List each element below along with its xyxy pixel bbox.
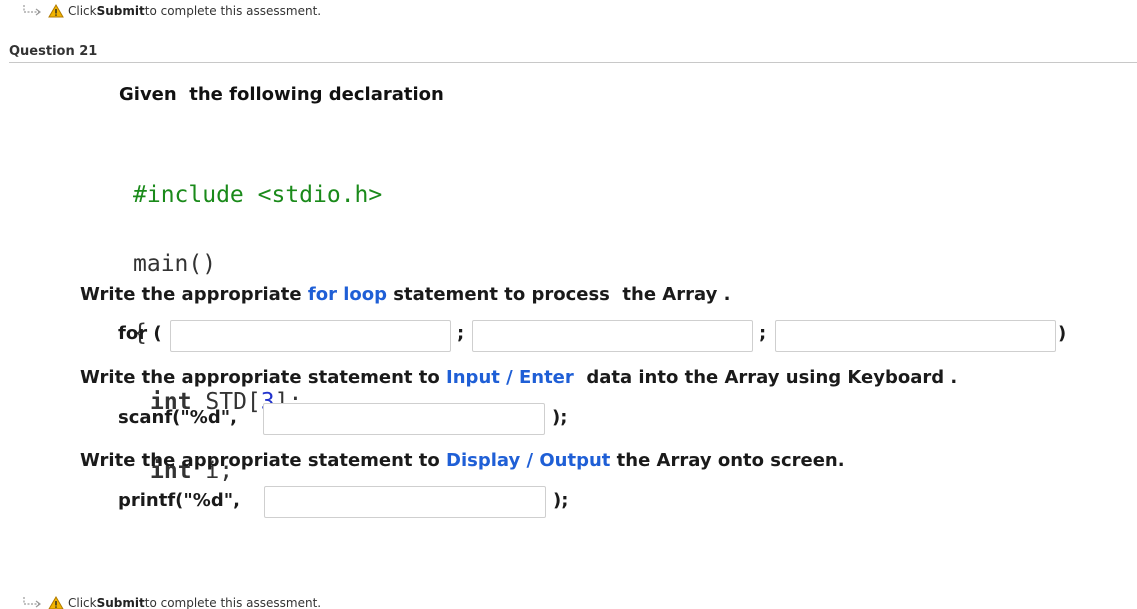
arrow-right-icon xyxy=(22,4,44,18)
output-instruction: Write the appropriate statement to Displ… xyxy=(80,450,845,471)
output-instr-highlight: Display / Output xyxy=(446,450,611,471)
input-instr-pre: Write the appropriate statement to xyxy=(80,367,447,388)
for-close-paren: ) xyxy=(1058,323,1067,344)
submit-notice-top: Click Submit to complete this assessment… xyxy=(22,4,321,18)
for-separator-2: ; xyxy=(759,323,767,344)
scanf-close: ); xyxy=(552,407,568,428)
for-init-input[interactable] xyxy=(170,320,451,352)
notice-prefix: Click xyxy=(68,4,97,18)
for-separator-1: ; xyxy=(457,323,465,344)
notice-prefix: Click xyxy=(68,596,97,609)
scanf-label: scanf("%d", xyxy=(118,407,237,428)
arrow-right-icon xyxy=(22,596,44,609)
for-instr-pre: Write the appropriate xyxy=(80,284,308,305)
input-instruction: Write the appropriate statement to Input… xyxy=(80,367,957,388)
for-loop-instruction: Write the appropriate for loop statement… xyxy=(80,284,730,305)
code-line-main: main() xyxy=(133,251,217,277)
output-instr-pre: Write the appropriate statement to xyxy=(80,450,447,471)
warning-icon xyxy=(48,596,64,609)
question-intro: Given the following declaration xyxy=(119,84,444,105)
submit-notice-bottom: Click Submit to complete this assessment… xyxy=(22,596,321,609)
scanf-argument-input[interactable] xyxy=(263,403,545,435)
notice-suffix: to complete this assessment. xyxy=(144,596,322,609)
for-instr-highlight: for loop xyxy=(307,284,388,305)
notice-submit-word: Submit xyxy=(96,4,145,18)
printf-label: printf("%d", xyxy=(118,490,240,511)
header-divider xyxy=(9,62,1137,63)
for-label: for ( xyxy=(118,323,162,344)
input-instr-post: data into the Array using Keyboard . xyxy=(573,367,958,388)
printf-close: ); xyxy=(553,490,569,511)
assessment-page: Click Submit to complete this assessment… xyxy=(0,0,1137,609)
notice-suffix: to complete this assessment. xyxy=(144,4,322,18)
code-line-include: #include <stdio.h> xyxy=(133,182,383,208)
for-instr-post: statement to process the Array . xyxy=(387,284,731,305)
warning-icon xyxy=(48,4,64,18)
for-condition-input[interactable] xyxy=(472,320,753,352)
for-increment-input[interactable] xyxy=(775,320,1056,352)
output-instr-post: the Array onto screen. xyxy=(610,450,845,471)
input-instr-highlight: Input / Enter xyxy=(446,367,574,388)
question-title: Question 21 xyxy=(9,44,98,59)
printf-argument-input[interactable] xyxy=(264,486,546,518)
notice-submit-word: Submit xyxy=(96,596,145,609)
